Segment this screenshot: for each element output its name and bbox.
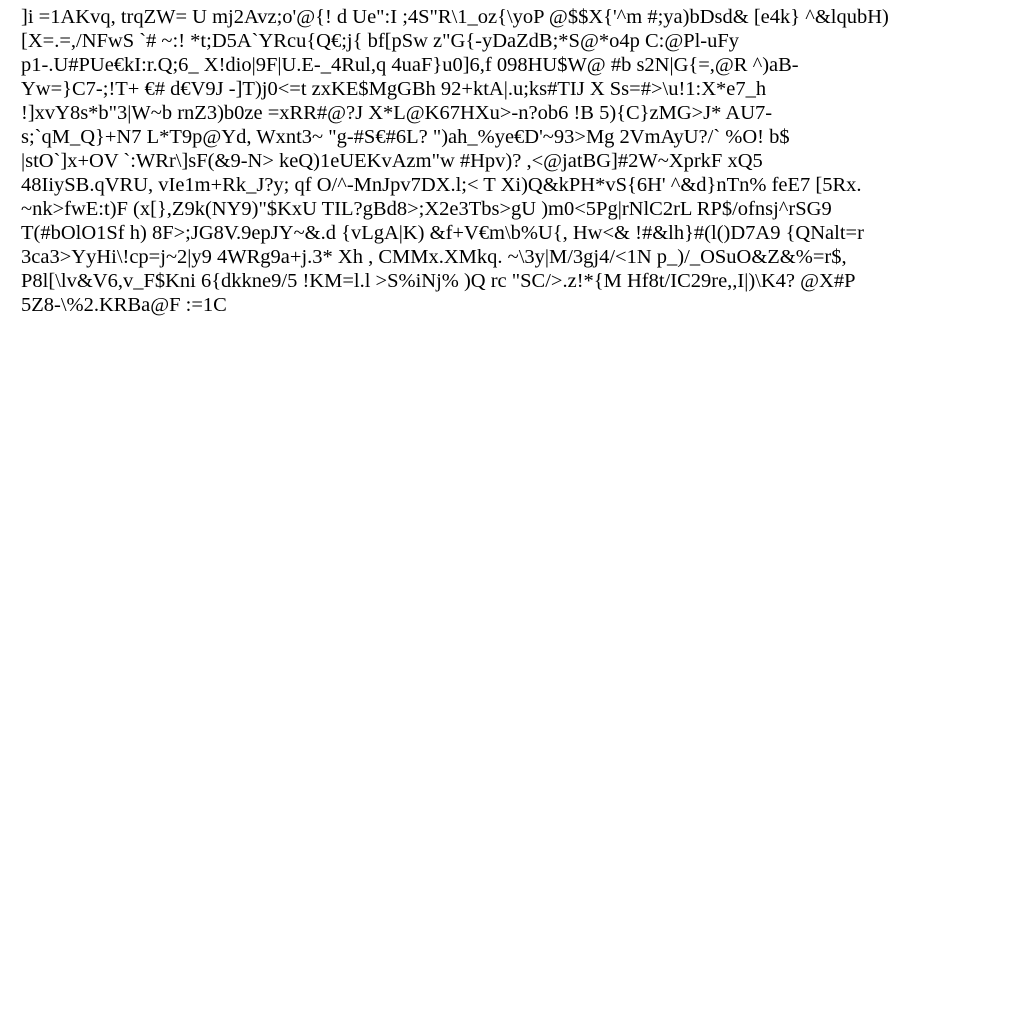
- scrambled-text-block: ]i =1AKvq, trqZW= U mj2Avz;o'@{! d Ue":I…: [21, 5, 1021, 317]
- text-line-12: P8l[\lv&V6,v_F$Kni 6{dkkne9/5 !KM=l.l >S…: [21, 270, 856, 292]
- text-line-8: 48IiySB.qVRU, vIe1m+Rk_J?y; qf O/^-MnJpv…: [21, 174, 862, 196]
- text-line-2: [X=.=,/NFwS `# ~:! *t;D5A`YRcu{Q€;j{ bf[…: [21, 30, 740, 52]
- text-line-1: ]i =1AKvq, trqZW= U mj2Avz;o'@{! d Ue":I…: [21, 6, 889, 28]
- text-line-13: 5Z8-\%2.KRBa@F :=1C: [21, 294, 227, 316]
- text-line-9: ~nk>fwE:t)F (x[},Z9k(NY9)"$KxU TIL?gBd8>…: [21, 198, 832, 220]
- text-line-5: !]xvY8s*b"3|W~b rnZ3)b0ze =xRR#@?J X*L@K…: [21, 102, 773, 124]
- text-line-4: Yw=}C7-;!T+ €# d€V9J -]T)j0<=t zxKE$MgGB…: [21, 78, 767, 100]
- text-line-11: 3ca3>YyHi\!cp=j~2|y9 4WRg9a+j.3* Xh , CM…: [21, 246, 847, 268]
- text-line-6: s;`qM_Q}+N7 L*T9p@Yd, Wxnt3~ "g-#S€#6L? …: [21, 126, 790, 148]
- text-line-10: T(#bOlO1Sf h) 8F>;JG8V.9epJY~&.d {vLgA|K…: [21, 222, 864, 244]
- text-line-7: |stO`]x+OV `:WRr\]sF(&9-N> keQ)1eUEKvAzm…: [21, 150, 763, 172]
- text-line-3: p1-.U#PUe€kI:r.Q;6_ X!dio|9F|U.E-_4Rul,q…: [21, 54, 799, 76]
